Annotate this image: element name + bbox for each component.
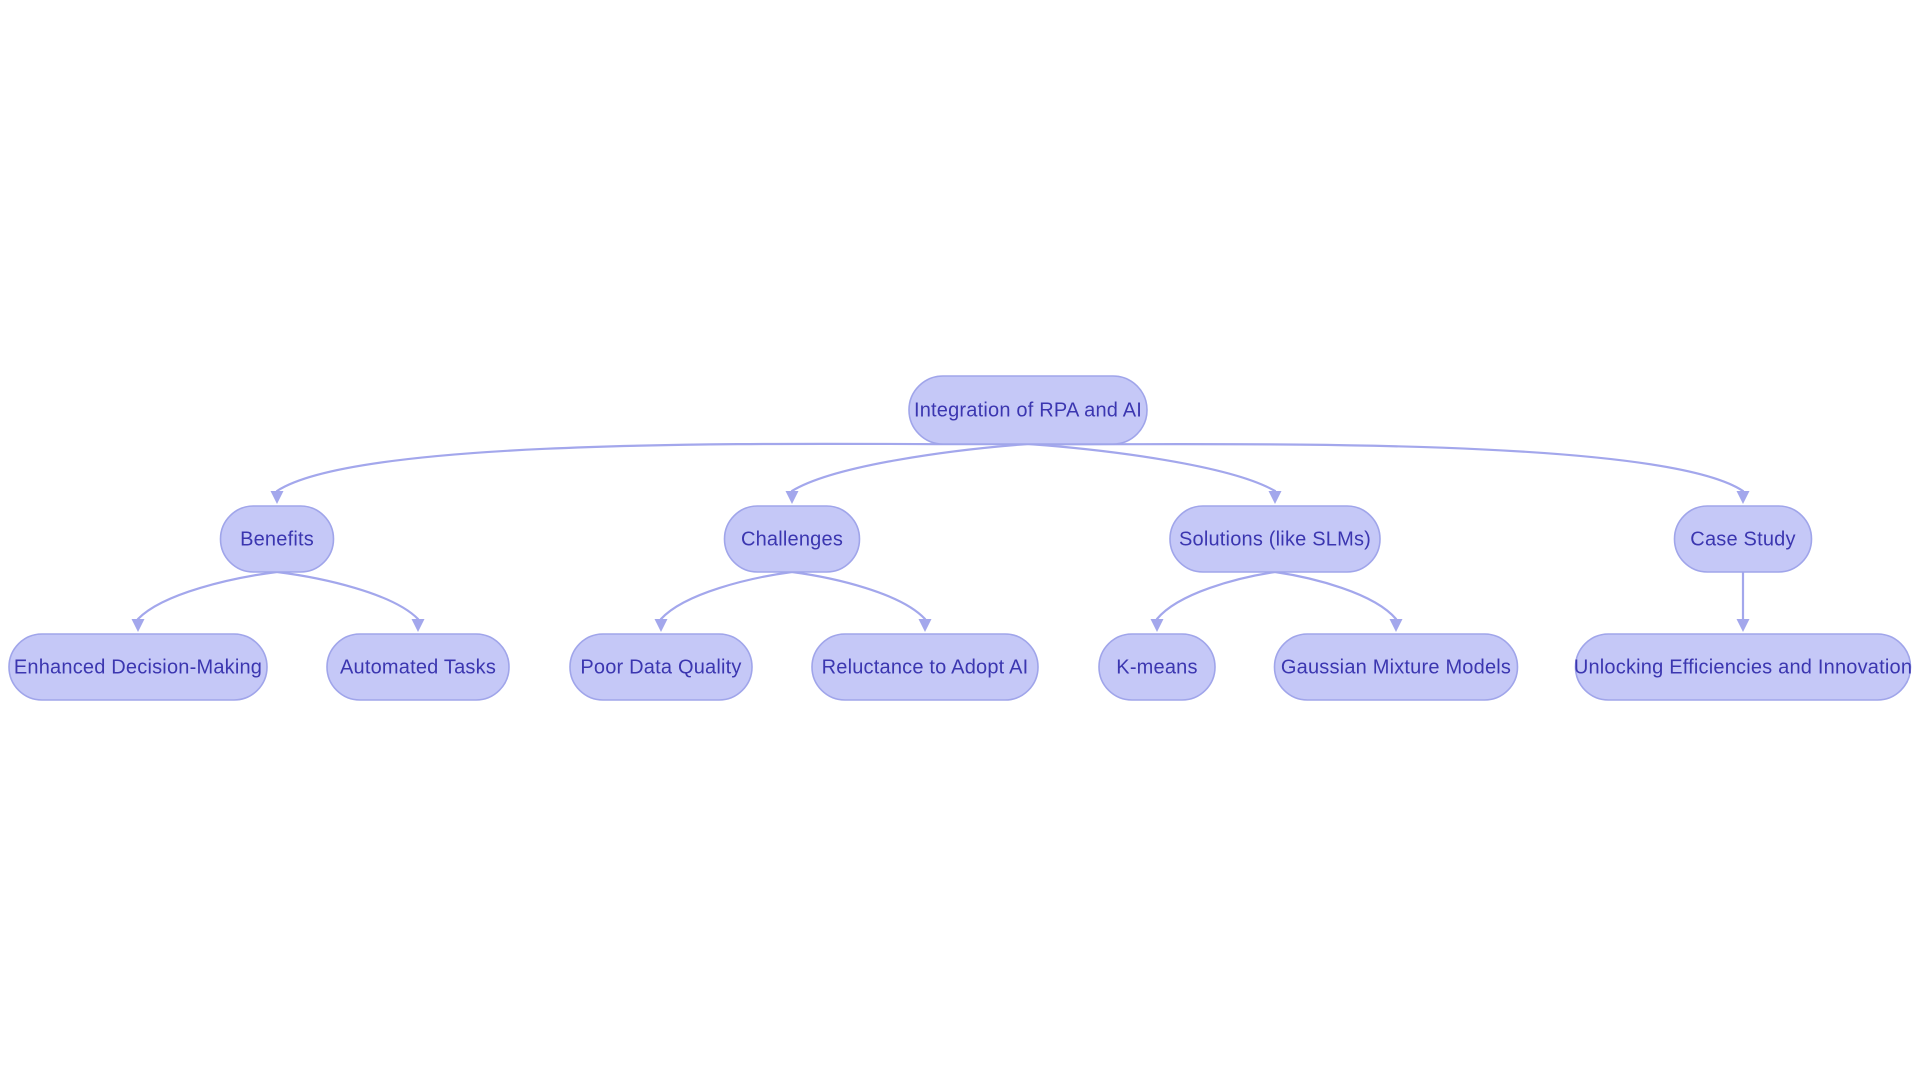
node-label-k-means: K-means (1116, 656, 1197, 678)
node-solutions[interactable]: Solutions (like SLMs) (1169, 505, 1381, 573)
edges-layer (131, 442, 1750, 632)
edge-case-study-unlocking (1736, 570, 1750, 632)
node-label-solutions: Solutions (like SLMs) (1179, 528, 1371, 550)
node-label-case-study: Case Study (1690, 528, 1795, 550)
node-label-challenges: Challenges (741, 528, 843, 550)
node-label-benefits: Benefits (240, 528, 314, 550)
node-label-poor-data-quality: Poor Data Quality (580, 656, 741, 678)
node-automated-tasks[interactable]: Automated Tasks (326, 633, 510, 701)
edge-solutions-gmm (1273, 570, 1403, 632)
node-label-reluctance-to-adopt-ai: Reluctance to Adopt AI (822, 656, 1029, 678)
edge-root-benefits (270, 442, 1030, 504)
node-k-means[interactable]: K-means (1098, 633, 1216, 701)
node-case-study[interactable]: Case Study (1673, 505, 1813, 573)
edge-benefits-automated (275, 570, 425, 632)
node-reluctance-to-adopt-ai[interactable]: Reluctance to Adopt AI (811, 633, 1039, 701)
node-label-enhanced-decision-making: Enhanced Decision-Making (14, 656, 262, 678)
node-enhanced-decision-making[interactable]: Enhanced Decision-Making (8, 633, 268, 701)
edge-root-case-study (1026, 442, 1750, 504)
node-label-unlocking-efficiencies: Unlocking Efficiencies and Innovation (1574, 656, 1912, 678)
edge-challenges-poor-data (654, 570, 794, 632)
node-poor-data-quality[interactable]: Poor Data Quality (569, 633, 753, 701)
flowchart-svg: Integration of RPA and AI Benefits Challen… (8, 375, 1912, 701)
edge-challenges-reluctance (790, 570, 932, 632)
flowchart-canvas: Integration of RPA and AI Benefits Challen… (0, 0, 1920, 1083)
node-label-gaussian-mixture-models: Gaussian Mixture Models (1281, 656, 1511, 678)
node-label-root: Integration of RPA and AI (914, 399, 1142, 421)
node-label-automated-tasks: Automated Tasks (340, 656, 496, 678)
node-challenges[interactable]: Challenges (723, 505, 861, 573)
node-benefits[interactable]: Benefits (219, 505, 335, 573)
nodes-layer: Integration of RPA and AI Benefits Challen… (8, 375, 1912, 701)
edge-root-solutions (1026, 442, 1282, 504)
node-gaussian-mixture-models[interactable]: Gaussian Mixture Models (1273, 633, 1519, 701)
node-root[interactable]: Integration of RPA and AI (908, 375, 1148, 445)
node-unlocking-efficiencies[interactable]: Unlocking Efficiencies and Innovation (1574, 633, 1912, 701)
edge-root-challenges (785, 442, 1030, 504)
edge-solutions-kmeans (1150, 570, 1277, 632)
edge-benefits-enhanced (131, 570, 279, 632)
